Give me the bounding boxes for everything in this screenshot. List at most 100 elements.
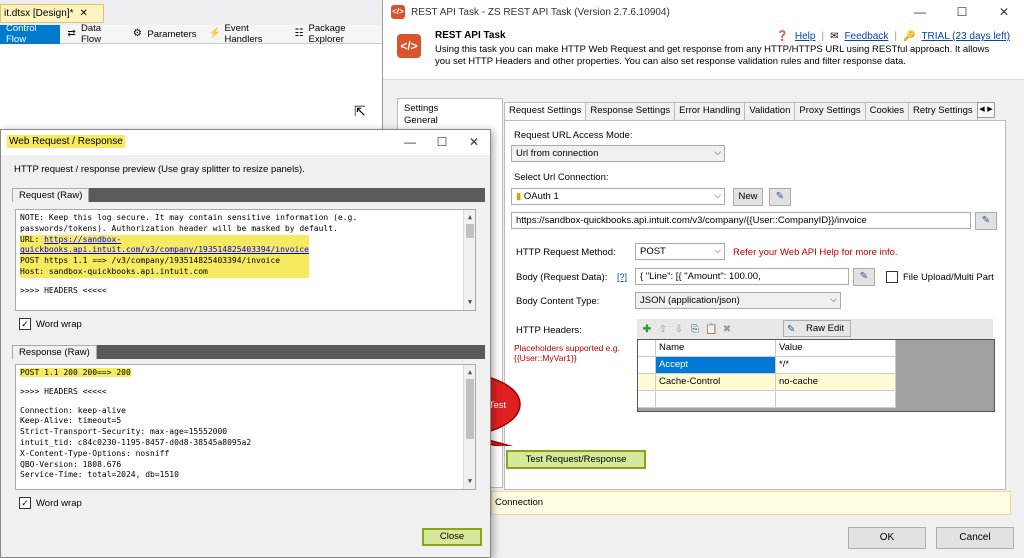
- file-upload-checkbox[interactable]: File Upload/Multi Part: [886, 271, 994, 283]
- header-name-cell[interactable]: Cache-Control: [656, 374, 776, 391]
- content-type-select[interactable]: JSON (application/json) ⌵: [635, 292, 841, 309]
- test-request-button[interactable]: Test Request/Response: [506, 450, 646, 469]
- header-value-cell[interactable]: */*: [776, 357, 896, 374]
- chevron-right-icon[interactable]: ▶: [986, 103, 994, 117]
- raw-edit-label: Raw Edit: [806, 323, 845, 334]
- raw-edit-button[interactable]: ✎ Raw Edit: [783, 320, 852, 337]
- request-url-link[interactable]: quickbooks.api.intuit.com/v3/company/193…: [20, 245, 309, 254]
- paste-icon[interactable]: 📋: [705, 324, 717, 335]
- tab-label: Event Handlers: [224, 23, 263, 45]
- chevron-left-icon[interactable]: ◀: [978, 103, 986, 117]
- method-select[interactable]: POST ⌵: [635, 243, 725, 260]
- scrollbar-thumb[interactable]: [466, 379, 474, 439]
- tab-package-explorer[interactable]: ☷ Package Explorer: [288, 23, 382, 45]
- request-wordwrap-checkbox[interactable]: ✓ Word wrap: [19, 318, 82, 330]
- table-row[interactable]: Accept */*: [638, 357, 896, 374]
- response-line: QBO-Version: 1808.676: [20, 459, 122, 469]
- tab-event-handlers[interactable]: ⚡ Event Handlers: [203, 23, 288, 45]
- maximize-icon[interactable]: ☐: [426, 130, 458, 155]
- tab-label: Parameters: [147, 28, 197, 40]
- minimize-icon[interactable]: —: [899, 0, 941, 24]
- edit-body-icon[interactable]: ✎: [853, 268, 875, 286]
- data-flow-icon: ⇄: [67, 28, 76, 39]
- response-tab[interactable]: Response (Raw): [12, 345, 97, 359]
- scrollbar[interactable]: ▲ ▼: [463, 365, 475, 489]
- move-down-icon[interactable]: ⇩: [673, 324, 685, 335]
- settings-nav-item-settings[interactable]: Settings: [404, 103, 496, 115]
- edit-connection-icon[interactable]: ✎: [769, 188, 791, 206]
- headers-grid: Name Value Accept */* Cache-Control no-c…: [637, 339, 995, 412]
- body-help-link[interactable]: [?]: [617, 272, 627, 282]
- help-icon: ❓: [776, 31, 789, 42]
- window-titlebar: </> REST API Task - ZS REST API Task (Ve…: [383, 0, 1024, 24]
- tab-error-handling[interactable]: Error Handling: [674, 102, 746, 120]
- header-name-cell[interactable]: [656, 391, 776, 408]
- document-tab[interactable]: it.dtsx [Design]* ✕: [0, 4, 104, 23]
- parameters-icon: ⚙: [132, 28, 142, 39]
- tab-retry-settings[interactable]: Retry Settings: [907, 102, 978, 120]
- help-link[interactable]: Help: [795, 31, 816, 42]
- request-line: Host: sandbox-quickbooks.api.intuit.com: [20, 266, 208, 276]
- new-connection-button[interactable]: New: [733, 188, 763, 206]
- copy-icon[interactable]: ⎘: [689, 324, 701, 335]
- request-raw-text[interactable]: NOTE: Keep this log secure. It may conta…: [15, 209, 476, 311]
- trial-link[interactable]: TRIAL (23 days left): [921, 31, 1010, 42]
- ok-button[interactable]: OK: [848, 527, 926, 549]
- body-label: Body (Request Data):: [516, 272, 608, 283]
- package-explorer-icon: ☷: [294, 28, 304, 39]
- connection-select[interactable]: ▮ OAuth 1 ⌵: [511, 188, 725, 205]
- request-line: passwords/tokens). Authorization header …: [20, 223, 338, 233]
- response-wordwrap-checkbox[interactable]: ✓ Word wrap: [19, 497, 82, 509]
- tab-control-flow[interactable]: Control Flow: [0, 23, 61, 45]
- response-raw-text[interactable]: POST 1.1 200 200==> 200 >>>> HEADERS <<<…: [15, 364, 476, 490]
- close-button[interactable]: Close: [422, 528, 482, 546]
- close-icon[interactable]: ✕: [79, 8, 87, 19]
- method-value: POST: [640, 246, 666, 257]
- chevron-down-icon[interactable]: ▼: [464, 476, 475, 487]
- feedback-link[interactable]: Feedback: [844, 31, 888, 42]
- checkbox-checked[interactable]: ✓: [19, 497, 31, 509]
- body-input[interactable]: { "Line": [{ "Amount": 100.00,: [635, 268, 849, 285]
- move-up-icon[interactable]: ⇧: [657, 324, 669, 335]
- table-row[interactable]: [638, 391, 896, 408]
- settings-nav-item-general[interactable]: General: [404, 115, 496, 127]
- delete-icon[interactable]: ✖: [721, 324, 733, 335]
- tab-request-settings[interactable]: Request Settings: [504, 102, 587, 121]
- header-value-cell[interactable]: no-cache: [776, 374, 896, 391]
- header-name-cell[interactable]: Accept: [656, 357, 776, 374]
- scrollbar-thumb[interactable]: [466, 224, 474, 238]
- checkbox-box[interactable]: [886, 271, 898, 283]
- request-url-link[interactable]: https://sandbox-: [44, 235, 121, 244]
- response-line: >>>> HEADERS <<<<<: [20, 386, 107, 396]
- scrollbar[interactable]: ▲ ▼: [463, 210, 475, 310]
- response-line: X-Content-Type-Options: nosniff: [20, 448, 170, 458]
- table-row[interactable]: Cache-Control no-cache: [638, 374, 896, 391]
- add-icon[interactable]: ✚: [641, 324, 653, 335]
- chevron-up-icon[interactable]: ▲: [464, 212, 475, 223]
- close-icon[interactable]: ✕: [458, 130, 490, 155]
- close-icon[interactable]: ✕: [983, 0, 1024, 24]
- minimize-icon[interactable]: —: [394, 130, 426, 155]
- tab-data-flow[interactable]: ⇄ Data Flow: [60, 23, 125, 45]
- maximize-icon[interactable]: ☐: [941, 0, 983, 24]
- tab-response-settings[interactable]: Response Settings: [585, 102, 676, 120]
- checkbox-checked[interactable]: ✓: [19, 318, 31, 330]
- tab-validation[interactable]: Validation: [744, 102, 796, 120]
- wordwrap-label: Word wrap: [36, 318, 82, 330]
- request-tab[interactable]: Request (Raw): [12, 188, 90, 202]
- cancel-button[interactable]: Cancel: [936, 527, 1014, 549]
- chevron-down-icon[interactable]: ▼: [464, 297, 475, 308]
- request-line: NOTE: Keep this log secure. It may conta…: [20, 213, 358, 222]
- chevron-up-icon[interactable]: ▲: [464, 367, 475, 378]
- tab-parameters[interactable]: ⚙ Parameters: [125, 25, 202, 44]
- window-title: REST API Task - ZS REST API Task (Versio…: [411, 6, 670, 18]
- connection-value: OAuth 1: [523, 191, 559, 202]
- edit-url-icon[interactable]: ✎: [975, 212, 997, 230]
- connection-icon: ▮: [516, 191, 522, 202]
- tab-cookies[interactable]: Cookies: [864, 102, 909, 120]
- tab-proxy-settings[interactable]: Proxy Settings: [794, 102, 866, 120]
- access-mode-select[interactable]: Url from connection ⌵: [511, 145, 725, 162]
- url-input[interactable]: https://sandbox-quickbooks.api.intuit.co…: [511, 212, 971, 229]
- header-value-cell[interactable]: [776, 391, 896, 408]
- method-hint: Refer your Web API Help for more info.: [733, 247, 898, 258]
